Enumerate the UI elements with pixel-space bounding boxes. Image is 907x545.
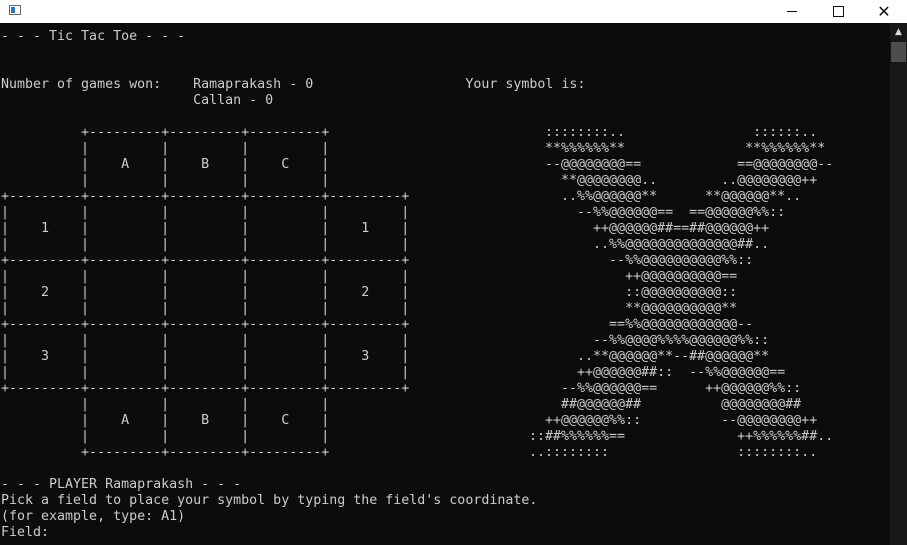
console-app-icon — [9, 5, 21, 15]
title-bar: ✕ — [0, 0, 907, 24]
minimize-button[interactable] — [769, 0, 815, 23]
tic-tac-toe-board: +---------+---------+---------+ | | | | … — [1, 125, 410, 460]
close-button[interactable]: ✕ — [861, 0, 907, 23]
scoreboard: Number of games won: Ramaprakash - 0 You… — [1, 77, 586, 108]
player-prompt[interactable]: - - - PLAYER Ramaprakash - - - Pick a fi… — [1, 477, 537, 541]
maximize-icon — [832, 6, 844, 17]
minimize-icon — [787, 11, 797, 12]
scroll-up-arrow-icon[interactable]: ▲ — [890, 23, 907, 40]
maximize-button[interactable] — [815, 0, 861, 23]
vertical-scrollbar[interactable]: ▲ — [890, 23, 907, 545]
scrollbar-thumb[interactable] — [891, 42, 906, 62]
game-header: - - - Tic Tac Toe - - - — [1, 29, 186, 44]
console-output[interactable]: - - - Tic Tac Toe - - - Number of games … — [0, 23, 890, 545]
x-symbol-ascii-art: ::::::::.. ::::::.. **%%%%%%** **%%%%%%*… — [529, 125, 834, 460]
